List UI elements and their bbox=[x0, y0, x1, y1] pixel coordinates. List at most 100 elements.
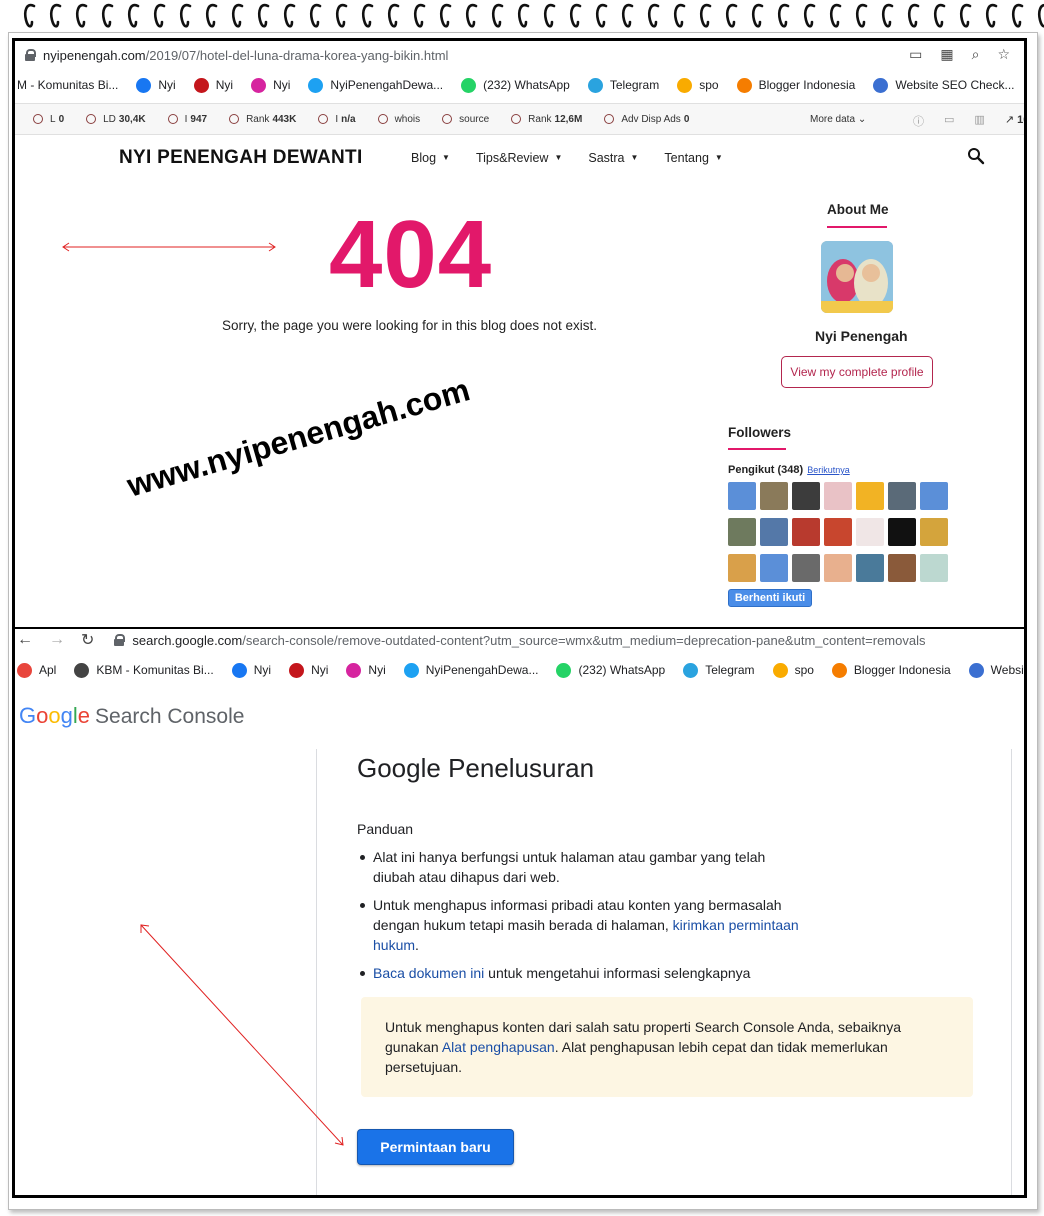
read-docs-link[interactable]: Baca dokumen ini bbox=[373, 965, 484, 981]
follower-avatar[interactable] bbox=[792, 518, 820, 546]
nav-item[interactable]: Blog ▼ bbox=[411, 151, 450, 165]
follower-avatar[interactable] bbox=[792, 554, 820, 582]
follower-avatar[interactable] bbox=[760, 518, 788, 546]
reload-icon[interactable]: ↻ bbox=[81, 630, 94, 650]
follower-avatar[interactable] bbox=[888, 518, 916, 546]
bookmark-item[interactable]: Nyi bbox=[193, 77, 233, 93]
follower-avatar[interactable] bbox=[728, 554, 756, 582]
search-console-logo[interactable]: Google Search Console bbox=[19, 703, 244, 729]
cast-icon[interactable]: ▭ bbox=[909, 46, 922, 63]
bookmark-item[interactable]: spo bbox=[772, 662, 814, 678]
logo-letter: e bbox=[77, 703, 91, 728]
seo-metric[interactable]: Adv Disp Ads 0 bbox=[604, 114, 689, 125]
zoom-icon[interactable]: ⌕ bbox=[972, 46, 980, 63]
nav-label: Tips&Review bbox=[475, 151, 549, 165]
bookmark-item[interactable]: Nyi bbox=[136, 77, 176, 93]
qr-icon[interactable]: ▦ bbox=[940, 46, 953, 63]
spiral-coil bbox=[855, 3, 868, 28]
bookmark-item[interactable]: Nyi bbox=[346, 662, 386, 678]
follower-avatar[interactable] bbox=[728, 482, 756, 510]
follower-avatar[interactable] bbox=[824, 518, 852, 546]
bookmark-item[interactable]: Nyi bbox=[289, 662, 328, 678]
n-logo-icon bbox=[193, 77, 209, 93]
bookmark-item[interactable]: NyiPenengahDewa... bbox=[308, 77, 444, 93]
follower-avatar[interactable] bbox=[728, 518, 756, 546]
spiral-coil bbox=[933, 3, 946, 28]
seo-metric[interactable]: L0 bbox=[33, 114, 64, 125]
address-bar[interactable]: nyipenengah.com/2019/07/hotel-del-luna-d… bbox=[15, 41, 1024, 69]
lock-icon bbox=[114, 634, 126, 646]
more-data-dropdown[interactable]: More data ⌄ bbox=[810, 114, 866, 125]
bookmark-item[interactable]: Nyi bbox=[251, 77, 290, 93]
bookmark-item[interactable]: Blogger Indonesia bbox=[831, 662, 951, 678]
bookmark-item[interactable]: Nyi bbox=[231, 662, 271, 678]
follower-avatar[interactable] bbox=[856, 518, 884, 546]
seo-metric[interactable]: source bbox=[442, 114, 489, 125]
seo-metric[interactable]: I 947 bbox=[167, 114, 207, 125]
seo-metric[interactable]: In/a bbox=[318, 114, 356, 125]
url-host: nyipenengah.com bbox=[43, 47, 146, 63]
nav-item[interactable]: Tentang ▼ bbox=[664, 151, 722, 165]
spiral-coil bbox=[777, 3, 790, 28]
spiral-coil bbox=[959, 3, 972, 28]
follower-avatar[interactable] bbox=[888, 482, 916, 510]
bookmark-label: NyiPenengahDewa... bbox=[330, 78, 444, 92]
seo-metric[interactable]: Rank 12,6M bbox=[511, 114, 582, 125]
nav-label: Blog bbox=[411, 151, 437, 165]
follower-avatar[interactable] bbox=[856, 554, 884, 582]
seo-metric[interactable]: whois bbox=[377, 114, 420, 125]
blog-title[interactable]: NYI PENENGAH DEWANTI bbox=[119, 147, 363, 169]
seo-metric[interactable]: Rank 443K bbox=[229, 114, 296, 125]
follower-avatar[interactable] bbox=[920, 482, 948, 510]
view-profile-button[interactable]: View my complete profile bbox=[781, 356, 933, 388]
bookmark-item[interactable]: NyiPenengahDewa... bbox=[403, 662, 538, 678]
chart-icon[interactable]: ▥ bbox=[974, 113, 984, 129]
seo-metric[interactable]: LD 30,4K bbox=[86, 114, 146, 125]
spiral-coil bbox=[725, 3, 738, 28]
search-icon[interactable] bbox=[967, 147, 985, 165]
bookmark-item[interactable]: Blogger Indonesia bbox=[736, 77, 855, 93]
external-link-icon[interactable]: ↗ 10 bbox=[1005, 113, 1024, 129]
follower-avatar[interactable] bbox=[888, 554, 916, 582]
link-icon bbox=[968, 662, 984, 678]
back-icon[interactable]: ← bbox=[17, 631, 33, 649]
caret-down-icon: ▼ bbox=[630, 153, 639, 162]
follower-avatar[interactable] bbox=[824, 482, 852, 510]
follower-avatar[interactable] bbox=[920, 518, 948, 546]
nav-item[interactable]: Tips&Review ▼ bbox=[476, 151, 562, 165]
forward-icon[interactable]: → bbox=[49, 631, 65, 649]
avatar-photo bbox=[821, 241, 893, 313]
nav-item[interactable]: Sastra ▼ bbox=[588, 151, 638, 165]
bookmark-item[interactable]: Telegram bbox=[683, 662, 755, 678]
star-icon[interactable]: ☆ bbox=[997, 46, 1010, 63]
info-icon[interactable]: ⓘ bbox=[913, 113, 924, 129]
bookmark-item[interactable]: spo bbox=[677, 77, 719, 93]
follower-avatar[interactable] bbox=[824, 554, 852, 582]
spiral-coil bbox=[335, 3, 348, 28]
avatar[interactable] bbox=[821, 241, 893, 313]
notice-box: Untuk menghapus konten dari salah satu p… bbox=[361, 997, 973, 1097]
bookmark-item[interactable]: Telegram bbox=[587, 77, 659, 93]
bookmark-item[interactable]: M - Komunitas Bi... bbox=[17, 78, 118, 92]
follower-avatar[interactable] bbox=[856, 482, 884, 510]
new-request-button[interactable]: Permintaan baru bbox=[357, 1129, 514, 1165]
url-host[interactable]: search.google.com bbox=[132, 633, 242, 648]
removal-tool-link[interactable]: Alat penghapusan bbox=[442, 1039, 555, 1055]
url-path[interactable]: /search-console/remove-outdated-content?… bbox=[242, 633, 925, 648]
unfollow-button[interactable]: Berhenti ikuti bbox=[728, 589, 812, 607]
bookmark-item[interactable]: Websit bbox=[968, 662, 1024, 678]
follower-avatar[interactable] bbox=[920, 554, 948, 582]
more-data-label: More data bbox=[810, 114, 856, 125]
annotation-arrow bbox=[140, 924, 344, 1146]
next-followers-link[interactable]: Berikutnya bbox=[807, 465, 850, 475]
follower-avatar[interactable] bbox=[792, 482, 820, 510]
comment-icon[interactable]: ▭ bbox=[944, 113, 954, 129]
bookmark-item[interactable]: (232) WhatsApp bbox=[556, 662, 665, 678]
bookmark-item[interactable]: Apl bbox=[17, 662, 56, 678]
bookmark-item[interactable]: KBM - Komunitas Bi... bbox=[74, 662, 214, 678]
bookmark-item[interactable]: (232) WhatsApp bbox=[461, 77, 570, 93]
follower-avatar[interactable] bbox=[760, 554, 788, 582]
follower-avatar[interactable] bbox=[760, 482, 788, 510]
bookmark-item[interactable]: Website SEO Check... bbox=[873, 77, 1014, 93]
spiral-coil bbox=[387, 3, 400, 28]
